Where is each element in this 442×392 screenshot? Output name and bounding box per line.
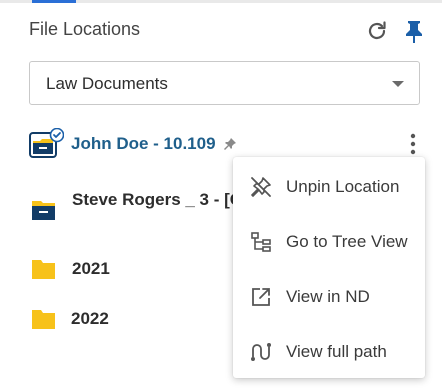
location-select[interactable]: Law Documents — [29, 61, 420, 105]
pin-icon[interactable] — [401, 18, 427, 44]
location-select-value: Law Documents — [46, 74, 168, 93]
menu-item-label: View in ND — [286, 286, 370, 306]
panel-title: File Locations — [29, 19, 141, 39]
more-options-icon[interactable] — [406, 133, 420, 155]
location-item-steve-rogers[interactable]: Steve Rogers _ 3 - [C — [28, 181, 242, 223]
chevron-down-icon — [392, 81, 404, 87]
folder-icon — [28, 197, 60, 223]
folder-icon — [28, 256, 60, 282]
menu-item-label: Go to Tree View — [286, 231, 408, 251]
location-item-john-doe[interactable]: John Doe - 10.109 — [28, 127, 237, 160]
folder-icon — [28, 306, 60, 332]
location-item-2022[interactable]: 2022 — [28, 306, 109, 332]
location-label: 2022 — [71, 309, 109, 328]
location-label: John Doe - 10.109 — [71, 134, 216, 153]
menu-item-go-to-tree-view[interactable]: Go to Tree View — [233, 214, 425, 269]
shared-folder-icon — [28, 127, 65, 160]
menu-item-unpin-location[interactable]: Unpin Location — [233, 159, 425, 214]
open-external-icon — [248, 284, 274, 310]
menu-item-label: View full path — [286, 341, 387, 361]
unpin-icon — [248, 174, 274, 200]
active-tab-indicator — [32, 0, 76, 3]
menu-item-label: Unpin Location — [286, 176, 400, 196]
tree-view-icon — [248, 229, 274, 255]
menu-item-view-full-path[interactable]: View full path — [233, 324, 425, 379]
location-label: Steve Rogers _ 3 - [C — [72, 190, 243, 209]
location-label: 2021 — [72, 259, 110, 278]
pinned-icon — [223, 137, 237, 151]
refresh-icon[interactable] — [364, 18, 390, 44]
location-item-2021[interactable]: 2021 — [28, 256, 110, 282]
path-icon — [248, 339, 274, 365]
context-menu: Unpin Location Go to Tree View View in N… — [233, 157, 425, 378]
menu-item-view-in-nd[interactable]: View in ND — [233, 269, 425, 324]
